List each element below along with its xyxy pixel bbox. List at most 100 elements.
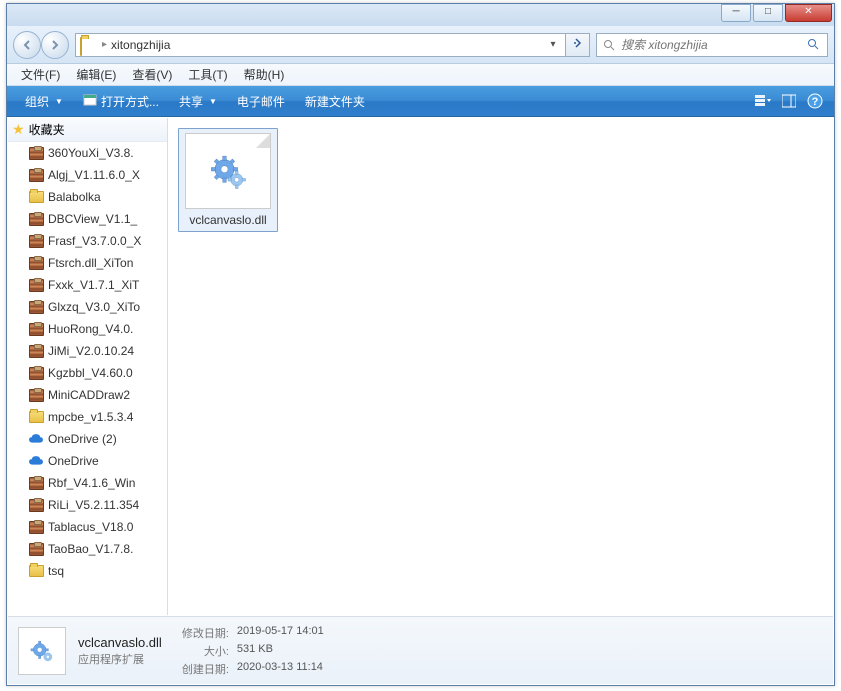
chevron-down-icon: ▼: [55, 97, 63, 106]
sidebar-item[interactable]: Fxxk_V1.7.1_XiT: [8, 274, 167, 296]
toolbar-right: ?: [752, 91, 826, 111]
sidebar-item[interactable]: 360YouXi_V3.8.: [8, 142, 167, 164]
sidebar-item-label: Algj_V1.11.6.0_X: [48, 168, 140, 182]
favorites-label: 收藏夹: [29, 121, 65, 138]
sidebar-item[interactable]: Ftsrch.dll_XiTon: [8, 252, 167, 274]
address-dropdown[interactable]: ▾: [545, 39, 561, 50]
chevron-down-icon: ▼: [209, 97, 217, 106]
nav-arrows: [13, 31, 69, 59]
details-type: 应用程序扩展: [78, 651, 162, 667]
maximize-button[interactable]: □: [753, 4, 783, 22]
sidebar-item[interactable]: Algj_V1.11.6.0_X: [8, 164, 167, 186]
sidebar-item[interactable]: RiLi_V5.2.11.354: [8, 494, 167, 516]
archive-icon: [28, 211, 44, 227]
sidebar-item[interactable]: Tablacus_V18.0: [8, 516, 167, 538]
sidebar-item[interactable]: Rbf_V4.1.6_Win: [8, 472, 167, 494]
sidebar-item[interactable]: MiniCADDraw2: [8, 384, 167, 406]
sidebar-item-label: RiLi_V5.2.11.354: [48, 498, 139, 512]
archive-icon: [28, 167, 44, 183]
menu-help[interactable]: 帮助(H): [236, 64, 293, 85]
minimize-button[interactable]: ─: [721, 4, 751, 22]
search-go-icon[interactable]: [807, 38, 821, 52]
sidebar-item-label: Rbf_V4.1.6_Win: [48, 476, 135, 490]
archive-icon: [28, 145, 44, 161]
sidebar-item[interactable]: mpcbe_v1.5.3.4: [8, 406, 167, 428]
close-button[interactable]: ✕: [785, 4, 832, 22]
sidebar-item[interactable]: HuoRong_V4.0.: [8, 318, 167, 340]
organize-button[interactable]: 组织 ▼: [15, 90, 73, 113]
menu-view[interactable]: 查看(V): [124, 64, 180, 85]
sidebar-item[interactable]: Balabolka: [8, 186, 167, 208]
sidebar-item[interactable]: Kgzbbl_V4.60.0: [8, 362, 167, 384]
menubar: 文件(F) 编辑(E) 查看(V) 工具(T) 帮助(H): [7, 64, 834, 86]
cloud-icon: [28, 453, 44, 469]
sidebar-item-label: Ftsrch.dll_XiTon: [48, 256, 133, 270]
search-icon: [603, 38, 617, 52]
archive-icon: [28, 343, 44, 359]
search-input[interactable]: [621, 38, 807, 52]
open-with-button[interactable]: 打开方式...: [73, 90, 169, 113]
sidebar-item-label: JiMi_V2.0.10.24: [48, 344, 134, 358]
back-button[interactable]: [13, 31, 41, 59]
sidebar-item[interactable]: OneDrive: [8, 450, 167, 472]
favorites-header[interactable]: ★ 收藏夹: [8, 118, 167, 142]
sidebar-item[interactable]: Glxzq_V3.0_XiTo: [8, 296, 167, 318]
file-name: vclcanvaslo.dll: [183, 213, 273, 227]
archive-icon: [28, 497, 44, 513]
sidebar-item[interactable]: DBCView_V1.1_: [8, 208, 167, 230]
sidebar-item-label: HuoRong_V4.0.: [48, 322, 133, 336]
new-folder-button[interactable]: 新建文件夹: [295, 90, 375, 113]
sidebar-item[interactable]: OneDrive (2): [8, 428, 167, 450]
sidebar-item[interactable]: JiMi_V2.0.10.24: [8, 340, 167, 362]
content-area[interactable]: vclcanvaslo.dll: [168, 118, 833, 615]
svg-text:?: ?: [812, 96, 819, 108]
sidebar-item[interactable]: tsq: [8, 560, 167, 582]
forward-button[interactable]: [41, 31, 69, 59]
folder-icon: [80, 38, 94, 52]
star-icon: ★: [12, 121, 25, 138]
search-box[interactable]: [596, 33, 828, 57]
file-item-selected[interactable]: vclcanvaslo.dll: [178, 128, 278, 232]
share-label: 共享: [179, 93, 203, 110]
archive-icon: [28, 299, 44, 315]
address-bar[interactable]: ▸ xitongzhijia ▾: [75, 33, 566, 57]
menu-file[interactable]: 文件(F): [13, 64, 68, 85]
modified-value: 2019-05-17 14:01: [237, 625, 324, 641]
archive-icon: [28, 541, 44, 557]
sidebar-item[interactable]: TaoBao_V1.7.8.: [8, 538, 167, 560]
refresh-button[interactable]: [566, 33, 590, 57]
breadcrumb-sep: ▸: [102, 39, 107, 50]
open-with-label: 打开方式...: [101, 93, 159, 110]
details-info: vclcanvaslo.dll 应用程序扩展: [78, 635, 162, 667]
menu-tools[interactable]: 工具(T): [180, 64, 235, 85]
share-button[interactable]: 共享 ▼: [169, 90, 227, 113]
modified-label: 修改日期:: [182, 625, 229, 641]
created-label: 创建日期:: [182, 661, 229, 677]
archive-icon: [28, 519, 44, 535]
view-options-button[interactable]: [752, 91, 774, 111]
menu-edit[interactable]: 编辑(E): [68, 64, 124, 85]
size-value: 531 KB: [237, 643, 324, 659]
email-label: 电子邮件: [237, 93, 285, 110]
created-value: 2020-03-13 11:14: [237, 661, 324, 677]
archive-icon: [28, 233, 44, 249]
body: ★ 收藏夹 360YouXi_V3.8. Algj_V1.11.6.0_X Bala…: [8, 118, 833, 615]
sidebar-item-label: Fxxk_V1.7.1_XiT: [48, 278, 139, 292]
preview-pane-button[interactable]: [778, 91, 800, 111]
email-button[interactable]: 电子邮件: [227, 90, 295, 113]
dll-icon: [185, 133, 271, 209]
folder-icon: [28, 563, 44, 579]
folder-icon: [28, 409, 44, 425]
navbar: ▸ xitongzhijia ▾: [7, 26, 834, 64]
sidebar[interactable]: ★ 收藏夹 360YouXi_V3.8. Algj_V1.11.6.0_X Bala…: [8, 118, 168, 615]
sidebar-item[interactable]: Frasf_V3.7.0.0_X: [8, 230, 167, 252]
details-pane: vclcanvaslo.dll 应用程序扩展 修改日期: 2019-05-17 …: [8, 616, 833, 684]
titlebar: ─ □ ✕: [7, 4, 834, 26]
window-controls: ─ □ ✕: [721, 4, 832, 22]
sidebar-item-label: Balabolka: [48, 190, 101, 204]
archive-icon: [28, 387, 44, 403]
size-label: 大小:: [182, 643, 229, 659]
help-button[interactable]: ?: [804, 91, 826, 111]
app-icon: [83, 93, 97, 110]
sidebar-item-label: Tablacus_V18.0: [48, 520, 133, 534]
